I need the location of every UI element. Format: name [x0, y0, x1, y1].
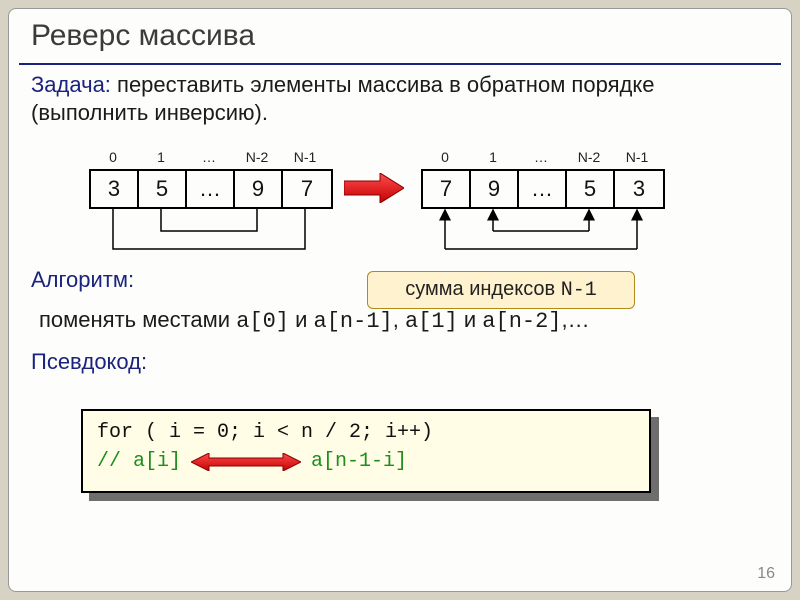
- arr-cell: …: [519, 171, 567, 207]
- title-underline: [19, 63, 781, 65]
- idx-cell: …: [517, 149, 565, 165]
- arr-cell: 3: [91, 171, 139, 207]
- idx-cell: N-1: [613, 149, 661, 165]
- double-arrow-icon: [191, 453, 301, 471]
- idx-cell: 0: [421, 149, 469, 165]
- swap-c: a[1]: [405, 309, 458, 334]
- task-label: Задача:: [31, 72, 111, 97]
- swap-and: и: [458, 307, 483, 332]
- hint-code: N-1: [561, 279, 597, 302]
- idx-cell: 1: [469, 149, 517, 165]
- swap-comma: ,: [393, 307, 405, 332]
- swap-description: поменять местами a[0] и a[n-1], a[1] и a…: [39, 307, 771, 334]
- algorithm-label: Алгоритм:: [31, 267, 134, 293]
- idx-cell: 0: [89, 149, 137, 165]
- hint-callout: сумма индексов N-1: [367, 271, 635, 309]
- page-number: 16: [757, 565, 775, 583]
- code-line-2: // a[i] a[n-1-i]: [97, 450, 635, 473]
- idx-cell: N-2: [233, 149, 281, 165]
- idx-cell: 1: [137, 149, 185, 165]
- page-title: Реверс массива: [31, 19, 255, 53]
- arr-cell: …: [187, 171, 235, 207]
- arr-cell: 9: [235, 171, 283, 207]
- hint-text: сумма индексов: [405, 278, 560, 300]
- swap-d: a[n-2]: [482, 309, 561, 334]
- array-left: 3 5 … 9 7: [89, 169, 333, 209]
- code-comment-right: a[n-1-i]: [311, 450, 407, 473]
- task-paragraph: Задача: переставить элементы массива в о…: [31, 71, 771, 126]
- arr-cell: 5: [567, 171, 615, 207]
- slide: Реверс массива Задача: переставить элеме…: [8, 8, 792, 592]
- arr-cell: 7: [283, 171, 331, 207]
- indices-left: 0 1 … N-2 N-1: [89, 149, 329, 165]
- indices-right: 0 1 … N-2 N-1: [421, 149, 661, 165]
- idx-cell: N-2: [565, 149, 613, 165]
- arr-cell: 9: [471, 171, 519, 207]
- pseudocode-label: Псевдокод:: [31, 349, 147, 375]
- code-line-1: for ( i = 0; i < n / 2; i++): [97, 421, 635, 444]
- swap-and: и: [289, 307, 314, 332]
- swap-a: a[0]: [236, 309, 289, 334]
- task-body: переставить элементы массива в обратном …: [31, 72, 654, 125]
- arr-cell: 5: [139, 171, 187, 207]
- swap-b: a[n-1]: [314, 309, 393, 334]
- idx-cell: …: [185, 149, 233, 165]
- swap-prefix: поменять местами: [39, 307, 236, 332]
- transform-arrow-icon: [344, 173, 404, 203]
- algorithm-heading: Алгоритм:: [31, 267, 134, 292]
- array-right: 7 9 … 5 3: [421, 169, 665, 209]
- code-comment-left: // a[i]: [97, 450, 181, 473]
- idx-cell: N-1: [281, 149, 329, 165]
- swap-tail: ,…: [562, 307, 590, 332]
- arr-cell: 7: [423, 171, 471, 207]
- arr-cell: 3: [615, 171, 663, 207]
- code-box: for ( i = 0; i < n / 2; i++) // a[i] a[n…: [81, 409, 651, 493]
